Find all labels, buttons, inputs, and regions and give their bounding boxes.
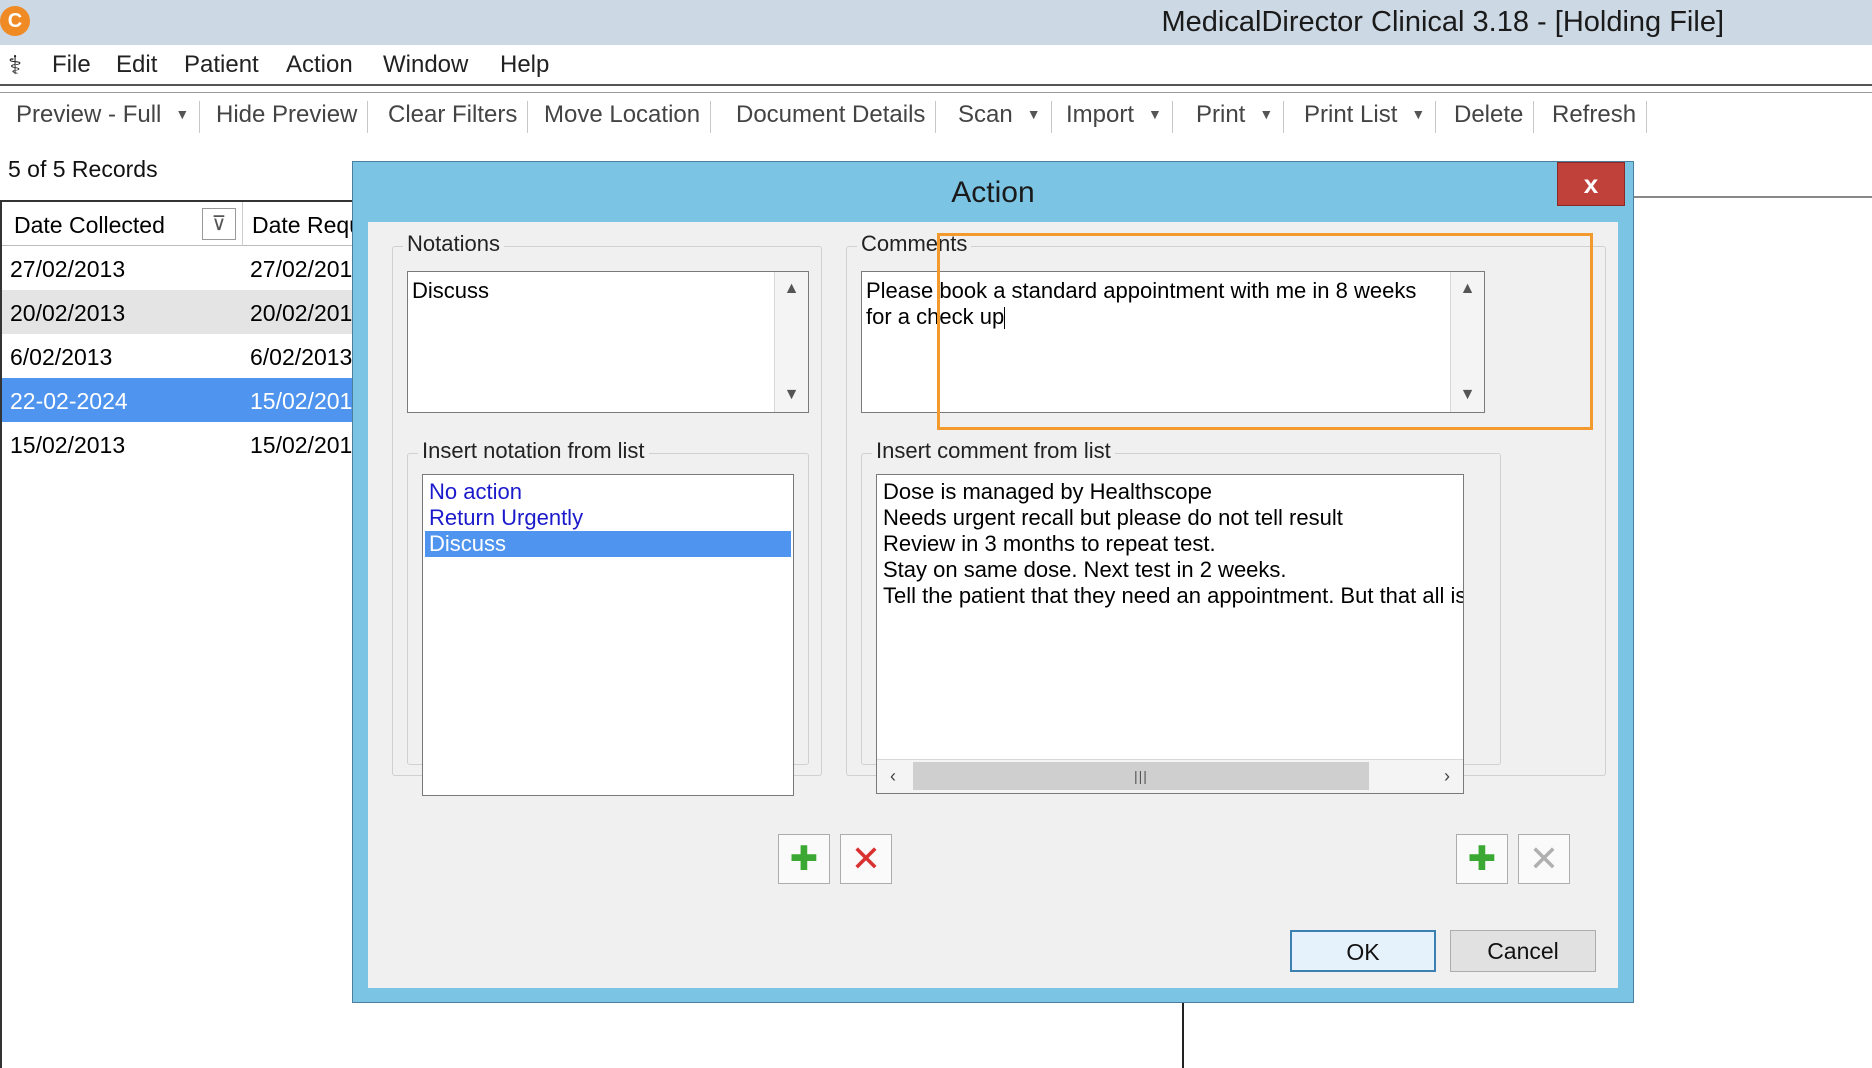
chevron-down-icon: ▼ bbox=[1148, 106, 1162, 122]
remove-comment-button[interactable]: ✕ bbox=[1518, 834, 1570, 884]
close-button[interactable]: x bbox=[1557, 162, 1625, 206]
notation-list-label: Insert notation from list bbox=[418, 438, 649, 464]
clear-filters-button[interactable]: Clear Filters bbox=[380, 101, 529, 133]
preview-divider bbox=[1630, 196, 1872, 198]
comment-list-group: Insert comment from list Dose is managed… bbox=[861, 438, 1501, 794]
notations-label: Notations bbox=[403, 231, 504, 257]
list-item[interactable]: Review in 3 months to repeat test. bbox=[877, 531, 1463, 557]
documents-list: Date Collected ⊽ Date Requ 27/02/2013 27… bbox=[0, 200, 362, 1068]
scroll-thumb[interactable]: ||| bbox=[913, 762, 1369, 790]
table-row[interactable]: 27/02/2013 27/02/201 bbox=[2, 246, 362, 290]
menu-patient[interactable]: Patient bbox=[184, 51, 259, 79]
comment-listbox[interactable]: Dose is managed by Healthscope Needs urg… bbox=[876, 474, 1464, 794]
comments-hscrollbar[interactable]: ‹ ||| › bbox=[877, 759, 1463, 793]
notations-scrollbar[interactable]: ▲ ▼ bbox=[774, 272, 808, 412]
print-list-button[interactable]: Print List ▼ bbox=[1296, 101, 1437, 133]
delete-icon: ✕ bbox=[1528, 838, 1560, 879]
delete-icon: ✕ bbox=[850, 838, 882, 879]
column-date-requested[interactable]: Date Requ bbox=[252, 212, 362, 239]
list-item-selected[interactable]: Discuss bbox=[425, 531, 791, 557]
list-header: Date Collected ⊽ Date Requ bbox=[2, 202, 362, 246]
add-comment-button[interactable]: ✚ bbox=[1456, 834, 1508, 884]
hide-preview-button[interactable]: Hide Preview bbox=[208, 101, 369, 133]
app-logo-icon: C bbox=[0, 6, 30, 36]
scan-button[interactable]: Scan ▼ bbox=[950, 101, 1052, 133]
scroll-up-icon[interactable]: ▲ bbox=[775, 272, 808, 306]
list-item[interactable]: Needs urgent recall but please do not te… bbox=[877, 505, 1463, 531]
dialog-title: Action bbox=[951, 176, 1035, 209]
table-row-selected[interactable]: 22-02-2024 15/02/201 bbox=[2, 378, 362, 422]
cancel-button[interactable]: Cancel bbox=[1450, 930, 1596, 972]
menu-action[interactable]: Action bbox=[286, 51, 353, 79]
chevron-down-icon: ▼ bbox=[1411, 106, 1426, 122]
list-item[interactable]: Dose is managed by Healthscope bbox=[877, 479, 1463, 505]
scroll-left-icon[interactable]: ‹ bbox=[877, 760, 909, 792]
menu-bar: ⚕ File Edit Patient Action Window Help bbox=[0, 45, 1872, 86]
list-item[interactable]: No action bbox=[423, 479, 793, 505]
notations-group: Notations Discuss ▲ ▼ Insert notation fr… bbox=[392, 231, 822, 796]
add-notation-button[interactable]: ✚ bbox=[778, 834, 830, 884]
list-item[interactable]: Tell the patient that they need an appoi… bbox=[877, 583, 1463, 609]
notations-field[interactable]: Discuss ▲ ▼ bbox=[407, 271, 809, 413]
list-item[interactable]: Stay on same dose. Next test in 2 weeks. bbox=[877, 557, 1463, 583]
preview-full-button[interactable]: Preview - Full ▼ bbox=[8, 101, 201, 133]
ok-button[interactable]: OK bbox=[1290, 930, 1436, 972]
menu-window[interactable]: Window bbox=[383, 51, 468, 79]
menu-file[interactable]: File bbox=[52, 51, 91, 79]
import-button[interactable]: Import ▼ bbox=[1058, 101, 1173, 133]
doctor-icon[interactable]: ⚕ bbox=[8, 49, 32, 81]
filter-icon[interactable]: ⊽ bbox=[202, 208, 236, 240]
plus-icon: ✚ bbox=[1467, 840, 1497, 878]
notation-listbox[interactable]: No action Return Urgently Discuss bbox=[422, 474, 794, 796]
chevron-down-icon: ▼ bbox=[1026, 106, 1041, 122]
chevron-down-icon: ▼ bbox=[1259, 106, 1274, 122]
document-details-button[interactable]: Document Details bbox=[728, 101, 937, 133]
records-count: 5 of 5 Records bbox=[8, 156, 158, 182]
table-row[interactable]: 6/02/2013 6/02/2013 bbox=[2, 334, 362, 378]
title-bar: C MedicalDirector Clinical 3.18 - [Holdi… bbox=[0, 0, 1872, 45]
list-item[interactable]: Return Urgently bbox=[423, 505, 793, 531]
scroll-down-icon[interactable]: ▼ bbox=[775, 378, 808, 412]
column-date-collected[interactable]: Date Collected bbox=[14, 212, 165, 239]
column-separator bbox=[242, 202, 243, 246]
plus-icon: ✚ bbox=[789, 840, 819, 878]
refresh-button[interactable]: Refresh bbox=[1544, 101, 1648, 133]
print-button[interactable]: Print ▼ bbox=[1188, 101, 1285, 133]
window-title: MedicalDirector Clinical 3.18 - [Holding… bbox=[1161, 6, 1724, 38]
scroll-right-icon[interactable]: › bbox=[1431, 760, 1463, 792]
table-row[interactable]: 15/02/2013 15/02/201 bbox=[2, 422, 362, 466]
menu-help[interactable]: Help bbox=[500, 51, 549, 79]
preview-splitter[interactable] bbox=[1182, 1000, 1184, 1068]
notation-list-group: Insert notation from list No action Retu… bbox=[407, 438, 809, 796]
comments-highlight bbox=[937, 233, 1593, 430]
remove-notation-button[interactable]: ✕ bbox=[840, 834, 892, 884]
menu-edit[interactable]: Edit bbox=[116, 51, 157, 79]
chevron-down-icon: ▼ bbox=[175, 106, 190, 122]
toolbar: Preview - Full ▼ Hide Preview Clear Filte… bbox=[0, 92, 1872, 140]
delete-button[interactable]: Delete bbox=[1446, 101, 1535, 133]
table-row[interactable]: 20/02/2013 20/02/201 bbox=[2, 290, 362, 334]
comment-list-label: Insert comment from list bbox=[872, 438, 1115, 464]
move-location-button[interactable]: Move Location bbox=[536, 101, 712, 133]
